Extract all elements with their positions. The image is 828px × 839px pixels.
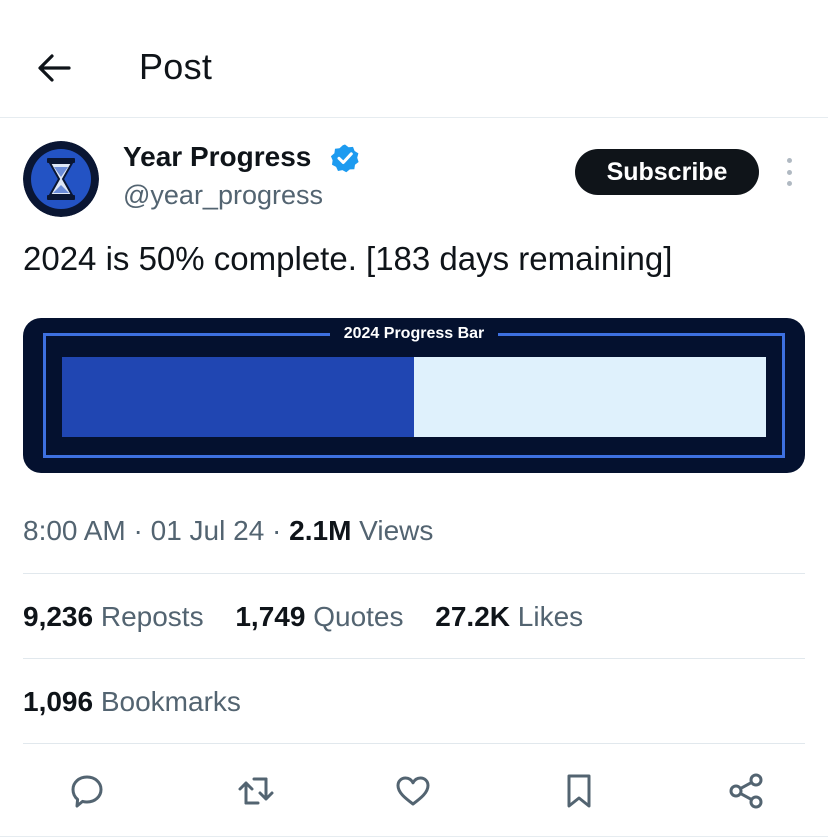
bookmark-icon xyxy=(567,774,591,808)
divider xyxy=(23,573,805,574)
post-meta: 8:00 AM · 01 Jul 24 · 2.1M Views xyxy=(23,515,433,547)
post-text: 2024 is 50% complete. [183 days remainin… xyxy=(23,240,673,277)
bookmarks-label: Bookmarks xyxy=(93,686,241,717)
post-media-progress-bar[interactable]: 2024 Progress Bar xyxy=(23,318,805,473)
likes-stat[interactable]: 27.2K Likes xyxy=(435,601,583,632)
reply-icon xyxy=(71,775,103,808)
author-handle[interactable]: @year_progress xyxy=(123,180,323,211)
share-button[interactable] xyxy=(719,764,773,818)
divider xyxy=(23,658,805,659)
avatar[interactable] xyxy=(23,141,99,217)
repost-icon xyxy=(238,777,274,805)
meta-separator: · xyxy=(264,515,290,546)
quotes-label: Quotes xyxy=(305,601,404,632)
meta-separator: · xyxy=(125,515,151,546)
quotes-stat[interactable]: 1,749 Quotes xyxy=(235,601,403,632)
subscribe-button[interactable]: Subscribe xyxy=(575,149,759,195)
quotes-count: 1,749 xyxy=(235,601,306,632)
likes-count: 27.2K xyxy=(435,601,510,632)
repost-button[interactable] xyxy=(229,764,283,818)
reply-button[interactable] xyxy=(60,764,114,818)
more-dot xyxy=(786,181,792,186)
post-date[interactable]: 01 Jul 24 xyxy=(151,515,265,546)
page-title: Post xyxy=(139,46,213,87)
post-time: 8:00 AM xyxy=(23,515,126,546)
progress-track xyxy=(62,357,766,437)
share-icon xyxy=(729,773,763,809)
top-bar: Post xyxy=(0,0,828,118)
more-dot xyxy=(786,169,792,175)
arrow-left-icon xyxy=(38,54,71,82)
bookmark-button[interactable] xyxy=(552,764,606,818)
more-options-button[interactable] xyxy=(778,156,800,188)
progress-label-wrap: 2024 Progress Bar xyxy=(46,324,782,344)
progress-fill xyxy=(62,357,414,437)
divider xyxy=(23,743,805,744)
progress-label: 2024 Progress Bar xyxy=(329,324,499,344)
divider xyxy=(0,836,828,837)
like-icon xyxy=(396,776,430,806)
views-count: 2.1M xyxy=(289,515,352,546)
post-stats: 9,236 Reposts 1,749 Quotes 27.2K Likes xyxy=(23,601,607,633)
more-vertical-icon xyxy=(786,158,792,163)
hourglass-icon xyxy=(23,141,99,217)
likes-label: Likes xyxy=(510,601,584,632)
author-name[interactable]: Year Progress xyxy=(123,141,311,173)
bookmarks-count: 1,096 xyxy=(23,686,94,717)
verified-badge-icon xyxy=(330,143,360,173)
bookmarks-stat[interactable]: 1,096 Bookmarks xyxy=(23,686,241,718)
reposts-label: Reposts xyxy=(93,601,204,632)
reposts-stat[interactable]: 9,236 Reposts xyxy=(23,601,204,632)
back-button[interactable] xyxy=(30,44,78,92)
action-bar xyxy=(23,764,805,818)
progress-frame: 2024 Progress Bar xyxy=(43,324,785,458)
reposts-count: 9,236 xyxy=(23,601,94,632)
views-label: Views xyxy=(351,515,434,546)
like-button[interactable] xyxy=(386,764,440,818)
